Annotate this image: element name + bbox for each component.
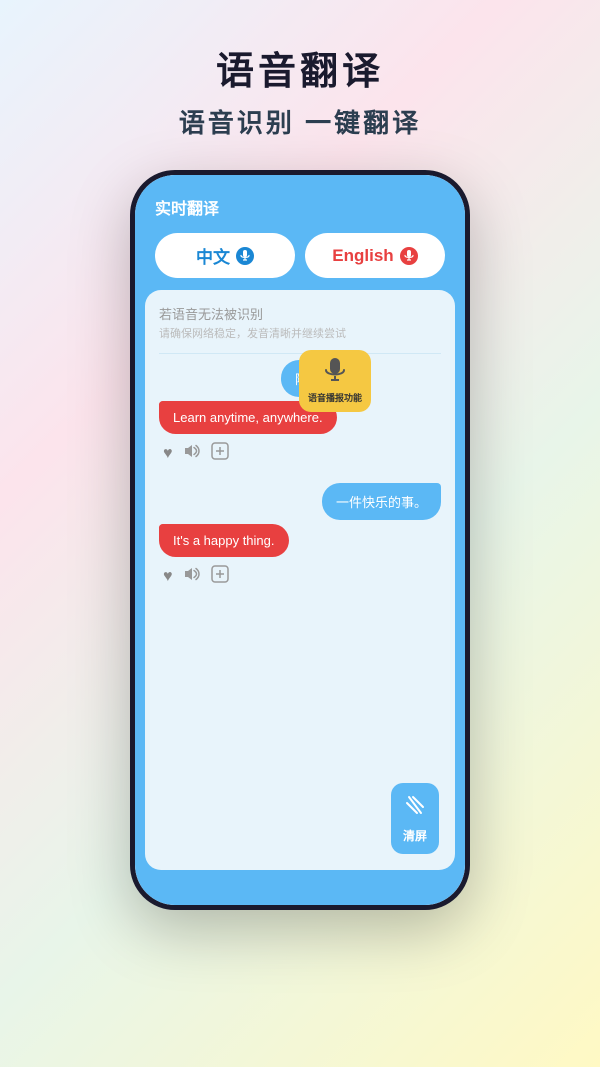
- messages-area: 随时随地: [159, 360, 441, 600]
- main-content-area: 若语音无法被识别 请确保网络稳定，发音清晰并继续尝试 随时随地: [145, 290, 455, 870]
- english-lang-button[interactable]: English: [305, 233, 445, 278]
- clear-screen-button[interactable]: 清屏: [391, 783, 439, 854]
- translation-text-1: Learn anytime, anywhere.: [173, 410, 323, 425]
- language-buttons: 中文 English: [155, 233, 445, 278]
- chinese-lang-button[interactable]: 中文: [155, 233, 295, 278]
- app-top-bar: 实时翻译 中文 English: [135, 175, 465, 290]
- translation-text-2: It's a happy thing.: [173, 533, 275, 548]
- section-divider: [159, 353, 441, 354]
- add-icon-2[interactable]: [211, 565, 229, 588]
- clear-icon: [403, 793, 427, 823]
- english-mic-icon: [400, 247, 418, 265]
- chinese-mic-icon: [236, 247, 254, 265]
- clear-label: 清屏: [403, 827, 427, 844]
- tooltip-popup: 语音播报功能: [299, 350, 371, 412]
- error-section: 若语音无法被识别 请确保网络稳定，发音清晰并继续尝试: [159, 304, 441, 341]
- action-row-2: ♥: [159, 561, 441, 596]
- tooltip-label: 语音播报功能: [308, 391, 362, 404]
- source-text-2: 一件快乐的事。: [336, 495, 427, 510]
- speaker-icon-1[interactable]: [183, 443, 201, 464]
- app-title-bar: 实时翻译: [155, 195, 445, 219]
- header-section: 语音翻译 语音识别 一键翻译: [0, 0, 600, 160]
- english-label: English: [332, 246, 393, 266]
- page-subtitle: 语音识别 一键翻译: [20, 103, 580, 140]
- source-bubble-2: 一件快乐的事。: [322, 483, 441, 520]
- chinese-label: 中文: [196, 243, 230, 268]
- action-row-1: ♥: [159, 438, 441, 473]
- speaker-icon-2[interactable]: [183, 566, 201, 587]
- message-group-2: 一件快乐的事。 It's a happy thing. ♥: [159, 483, 441, 596]
- phone-screen: 实时翻译 中文 English: [135, 175, 465, 905]
- source-bubble-1: 随时随地: [281, 360, 361, 397]
- heart-icon-1[interactable]: ♥: [163, 445, 173, 463]
- message-group-1: 随时随地: [159, 360, 441, 473]
- page-title: 语音翻译: [20, 40, 580, 95]
- phone-mockup: 实时翻译 中文 English: [130, 170, 470, 910]
- error-title: 若语音无法被识别: [159, 304, 441, 323]
- tooltip-mic-icon: [324, 358, 346, 389]
- app-title: 实时翻译: [155, 195, 219, 219]
- translation-bubble-2: It's a happy thing.: [159, 524, 289, 557]
- heart-icon-2[interactable]: ♥: [163, 568, 173, 586]
- error-subtitle: 请确保网络稳定，发音清晰并继续尝试: [159, 325, 441, 341]
- add-icon-1[interactable]: [211, 442, 229, 465]
